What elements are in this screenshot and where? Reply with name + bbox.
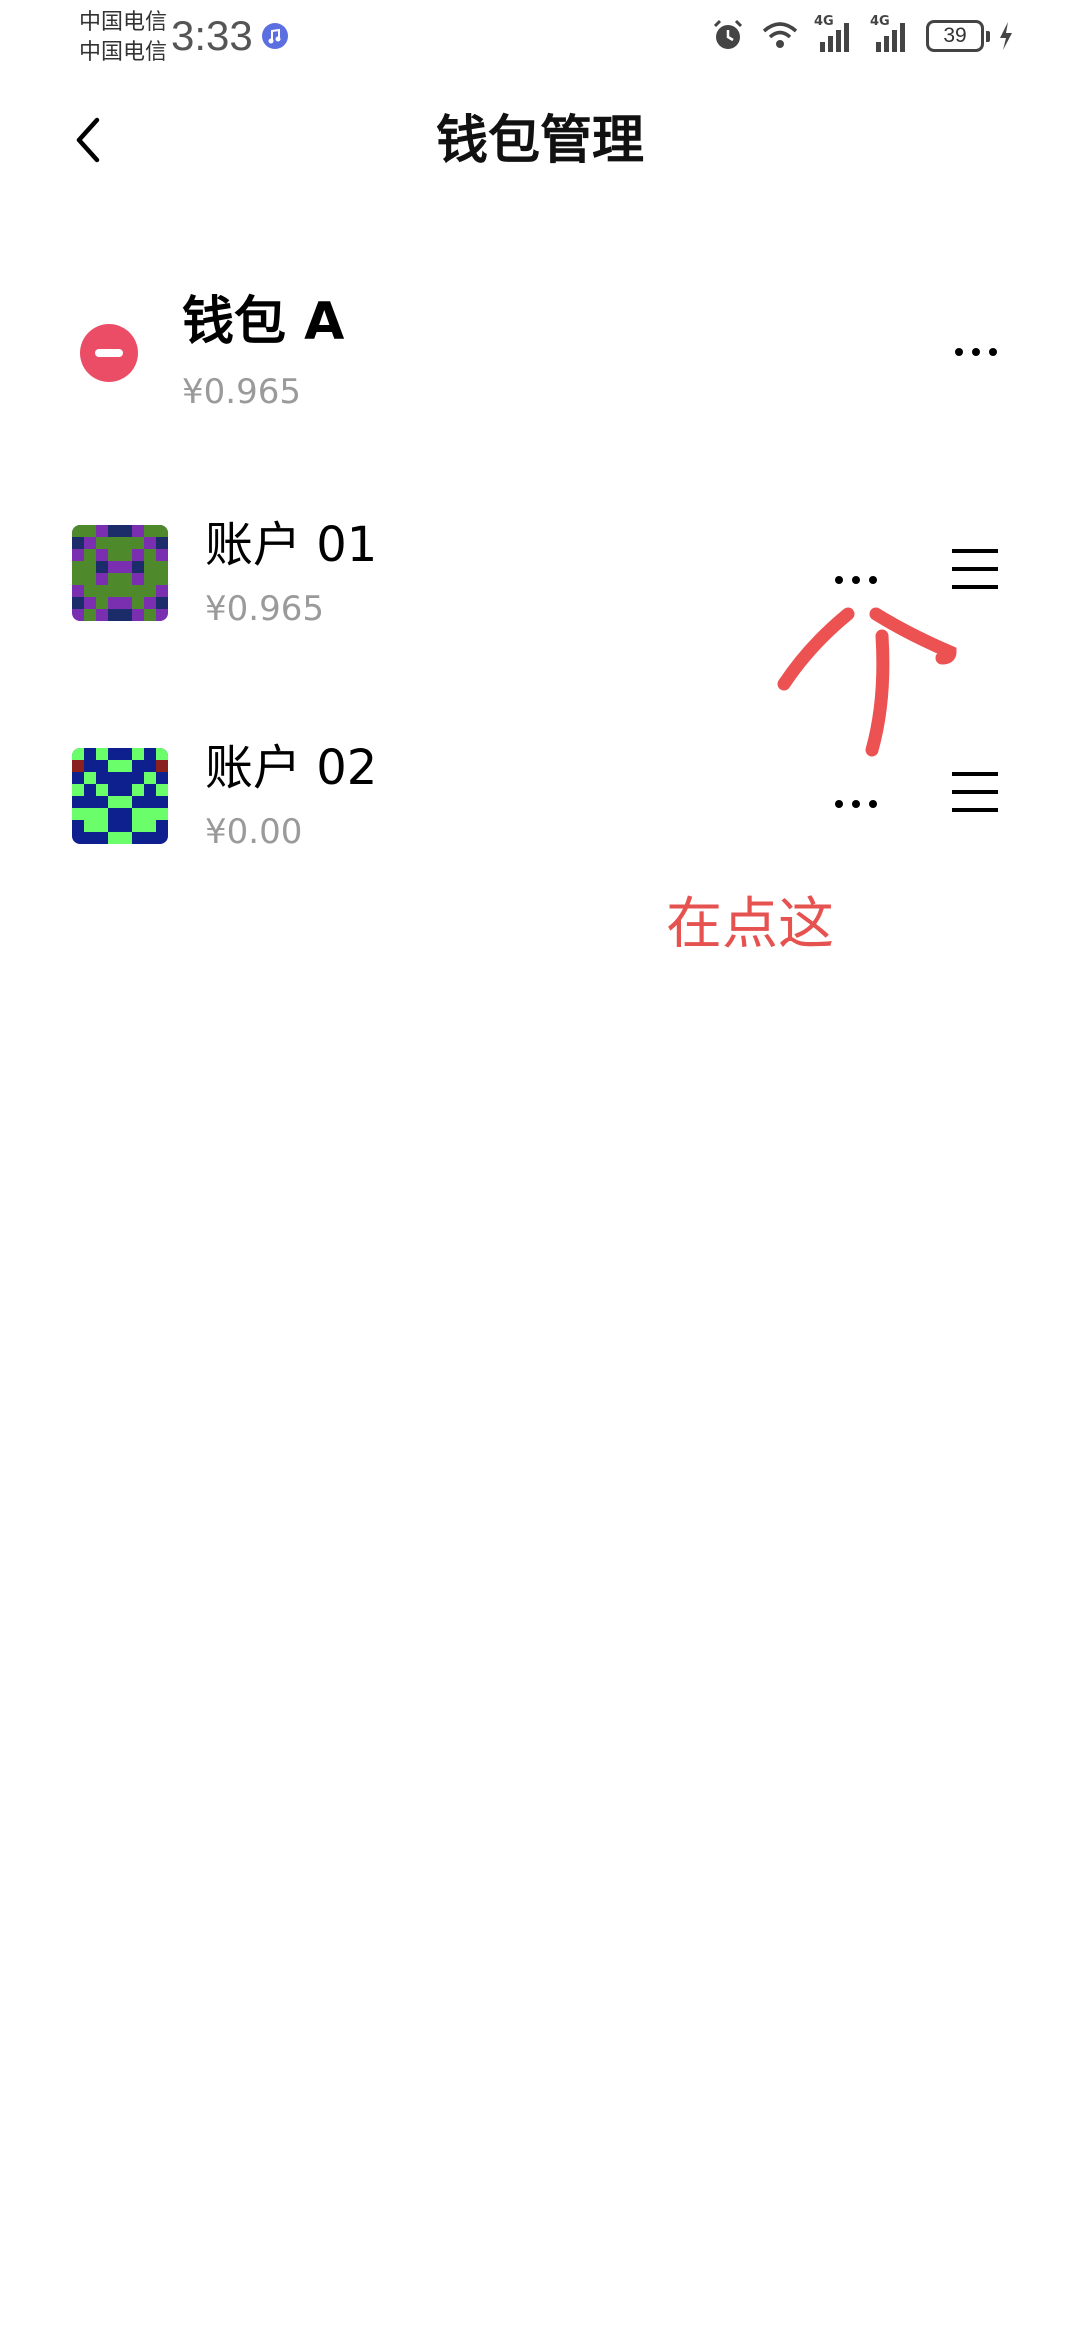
wallet-row: 钱包 A ¥0.965	[0, 280, 1080, 430]
charging-icon	[1000, 22, 1012, 50]
annotation-text: 在点这	[666, 892, 834, 957]
more-dot-icon	[835, 800, 843, 808]
account-more-button[interactable]	[826, 784, 886, 824]
more-dot-icon	[835, 576, 843, 584]
more-dot-icon	[989, 348, 997, 356]
carrier-2: 中国电信	[79, 40, 168, 65]
battery-level: 39	[943, 24, 967, 47]
wallet-balance: ¥0.965	[182, 372, 301, 412]
status-bar: 中国电信 中国电信 3:33 4G 4G 39	[0, 0, 1080, 72]
signal-icon-2: 4G	[870, 14, 912, 54]
alarm-icon	[713, 19, 743, 49]
signal-icon: 4G	[814, 14, 856, 54]
drag-handle-icon[interactable]	[948, 768, 1004, 818]
status-icons: 4G 4G 39	[710, 14, 1014, 58]
wallet-name: 钱包 A	[182, 292, 345, 352]
account-avatar	[72, 748, 168, 844]
account-balance: ¥0.965	[205, 589, 324, 629]
more-dot-icon	[955, 348, 963, 356]
wallet-more-button[interactable]	[946, 332, 1006, 372]
more-dot-icon	[852, 800, 860, 808]
page-title: 钱包管理	[435, 111, 644, 171]
music-icon	[262, 23, 288, 49]
page-header: 钱包管理	[0, 90, 1080, 190]
annotation-arrow-icon	[777, 607, 957, 757]
carrier-1: 中国电信	[79, 10, 168, 35]
remove-wallet-button[interactable]	[80, 324, 138, 382]
carrier-labels: 中国电信 中国电信	[79, 8, 167, 68]
drag-handle-icon[interactable]	[948, 545, 1004, 595]
account-avatar	[72, 525, 168, 621]
account-name: 账户 01	[205, 517, 378, 573]
account-name: 账户 02	[205, 740, 378, 796]
more-dot-icon	[869, 576, 877, 584]
account-more-button[interactable]	[826, 560, 886, 600]
status-time: 3:33	[171, 12, 253, 59]
wifi-icon	[762, 22, 798, 48]
account-balance: ¥0.00	[205, 812, 303, 852]
more-dot-icon	[852, 576, 860, 584]
battery-icon: 39	[926, 20, 990, 52]
more-dot-icon	[972, 348, 980, 356]
more-dot-icon	[869, 800, 877, 808]
